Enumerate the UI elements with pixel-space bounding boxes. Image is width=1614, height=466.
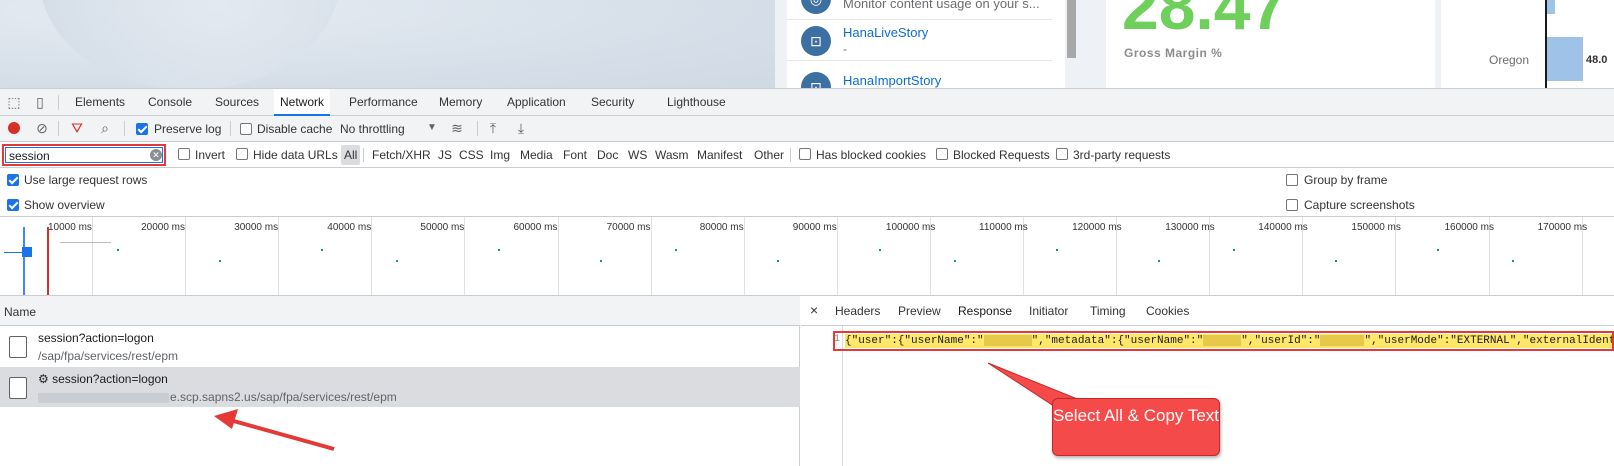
arrow-head	[214, 409, 238, 429]
annotation-arrows	[214, 362, 1081, 451]
arrow-shaft	[229, 418, 335, 451]
annotation-callout: Select All & Copy Text	[1052, 398, 1220, 456]
